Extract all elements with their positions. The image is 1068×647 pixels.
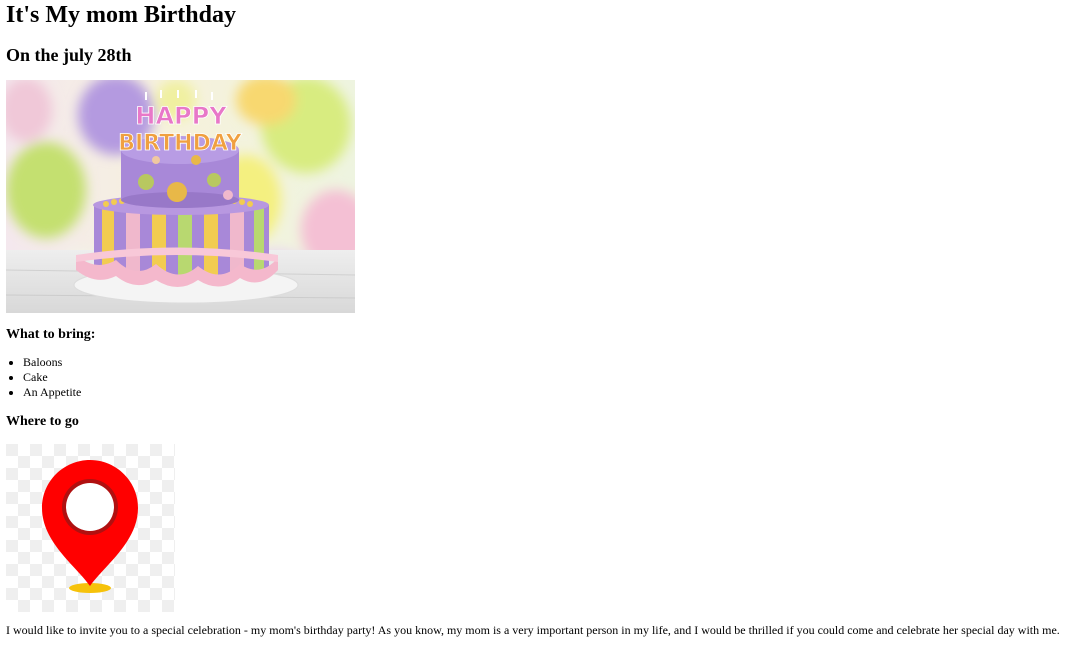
where-to-go-heading: Where to go	[6, 414, 79, 429]
birthday-cake-image: HAPPY BIRTHDAY	[6, 80, 355, 313]
bring-list: Baloons Cake An Appetite	[6, 355, 1068, 400]
page: It's My mom Birthday On the july 28th HA…	[0, 0, 1068, 647]
page-title: It's My mom Birthday	[6, 2, 236, 28]
map-pin-icon	[6, 444, 175, 612]
list-item: Baloons	[23, 355, 1068, 370]
invitation-text: I would like to invite you to a special …	[6, 623, 1060, 637]
svg-text:BIRTHDAY: BIRTHDAY	[118, 131, 243, 156]
svg-text:HAPPY: HAPPY	[135, 102, 227, 130]
date-heading: On the july 28th	[6, 45, 132, 65]
list-item: Cake	[23, 370, 1068, 385]
what-to-bring-heading: What to bring:	[6, 327, 96, 342]
list-item: An Appetite	[23, 385, 1068, 400]
